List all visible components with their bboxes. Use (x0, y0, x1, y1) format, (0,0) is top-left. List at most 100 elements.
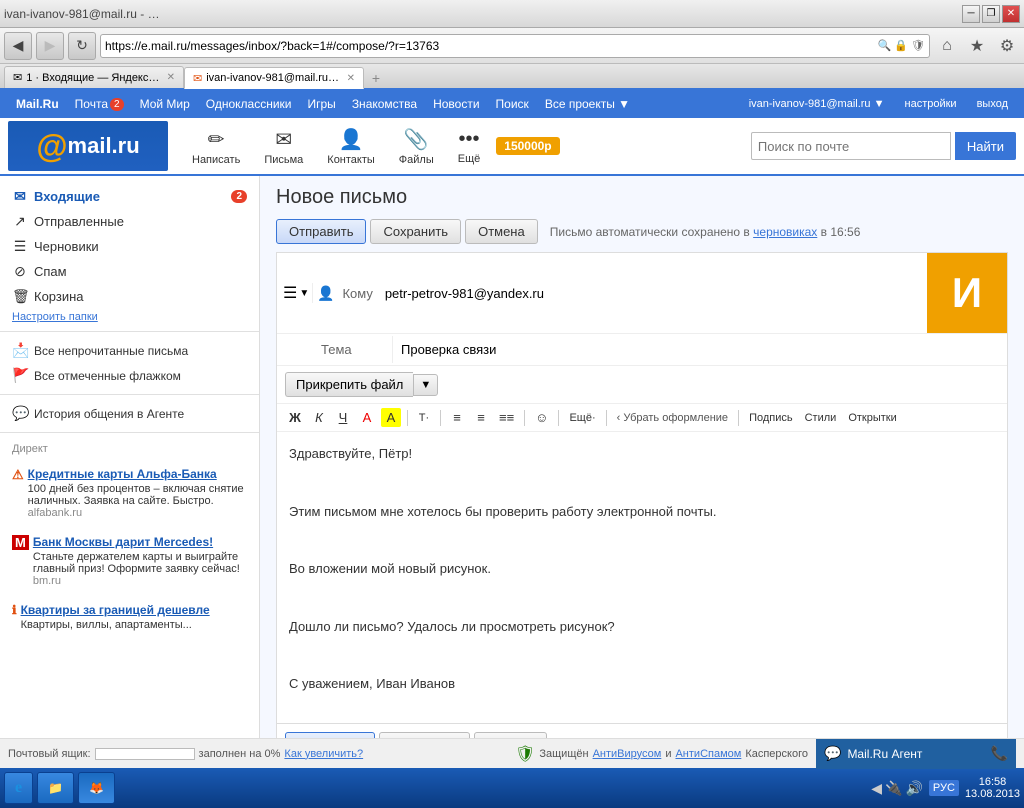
search-icon[interactable]: 🔍 (878, 39, 892, 52)
tab-1-close[interactable]: ✕ (167, 72, 175, 83)
send-button-top[interactable]: Отправить (276, 219, 366, 244)
write-button[interactable]: ✏ Написать (184, 123, 248, 170)
sidebar-unread[interactable]: 📩 Все непрочитанные письма (0, 338, 259, 363)
emoji-button[interactable]: ☺ (531, 408, 552, 427)
save-button-bottom[interactable]: Сохранить (379, 732, 470, 738)
cancel-button-bottom[interactable]: Отмена (474, 732, 547, 738)
bold-button[interactable]: Ж (285, 408, 305, 427)
autosave-link[interactable]: черновиках (753, 225, 817, 239)
chevron-down-icon[interactable]: ▼ (299, 288, 309, 299)
ad-2-text: Станьте держателем карты и выиграйте гла… (33, 551, 247, 575)
refresh-button[interactable]: ↻ (68, 32, 96, 60)
explorer-button[interactable]: 📁 (37, 772, 74, 804)
tray-arrow-icon[interactable]: ◀ (871, 780, 882, 797)
compose-body[interactable]: Здравствуйте, Пётр! Этим письмом мне хот… (277, 432, 1007, 715)
postcards-button[interactable]: Открытки (844, 410, 900, 426)
sidebar-drafts[interactable]: ☰ Черновики (0, 234, 259, 259)
ad-2-title[interactable]: Банк Москвы дарит Mercedes! (33, 535, 247, 549)
align-button[interactable]: ≡ (447, 408, 467, 427)
mail-logo[interactable]: @ mail.ru (8, 121, 168, 171)
ad-3-icon: ℹ (12, 603, 17, 617)
save-button-top[interactable]: Сохранить (370, 219, 461, 244)
menu-icon[interactable]: ☰ (283, 283, 297, 303)
ad-1-title[interactable]: Кредитные карты Альфа-Банка (28, 467, 247, 481)
minimize-button[interactable]: ─ (962, 5, 980, 23)
indent-button[interactable]: ≡≡ (495, 408, 518, 427)
antivirus-link[interactable]: АнтиВирусом (593, 748, 662, 760)
body-line-8 (289, 646, 995, 667)
logout-link[interactable]: выход (969, 90, 1016, 118)
increase-link[interactable]: Как увеличить? (284, 748, 363, 760)
subject-input[interactable] (393, 336, 1007, 363)
star-button[interactable]: ★ (964, 33, 990, 59)
tab-1[interactable]: ✉ 1 · Входящие — Яндекс.Почта ✕ (4, 66, 184, 88)
agent-bar[interactable]: 💬 Mail.Ru Агент 📞 (816, 739, 1016, 769)
to-input[interactable] (377, 280, 927, 307)
clock-date: 13.08.2013 (965, 788, 1020, 800)
files-button[interactable]: 📎 Файлы (391, 123, 442, 170)
nav-poisk[interactable]: Поиск (488, 90, 537, 118)
ad-3-title[interactable]: Квартиры за границей дешевле (21, 603, 210, 617)
list-button[interactable]: ≡ (471, 408, 491, 427)
nav-vse-proekty[interactable]: Все проекты ▼ (537, 90, 638, 118)
more-button[interactable]: ••• Ещё (450, 124, 489, 169)
lang-indicator[interactable]: РУС (929, 780, 959, 796)
logo-at: @ (36, 128, 67, 165)
settings-link[interactable]: настройки (897, 90, 965, 118)
tab-2[interactable]: ✉ ivan-ivanov-981@mail.ru - … ✕ (184, 67, 364, 89)
ad-2-link: bm.ru (33, 575, 247, 587)
agent-phone-icon: 📞 (991, 745, 1008, 762)
tab-2-close[interactable]: ✕ (347, 73, 355, 84)
underline-button[interactable]: Ч (333, 408, 353, 427)
antispam-link[interactable]: АнтиСпамом (675, 748, 741, 760)
contacts-button[interactable]: 👤 Контакты (319, 123, 383, 170)
forward-button[interactable]: ▶ (36, 32, 64, 60)
font-color-button[interactable]: А (357, 408, 377, 427)
restore-button[interactable]: ❐ (982, 5, 1000, 23)
back-button[interactable]: ◀ (4, 32, 32, 60)
nav-mail-ru[interactable]: Mail.Ru (8, 90, 67, 118)
nav-znakomstva[interactable]: Знакомства (344, 90, 425, 118)
attach-button[interactable]: Прикрепить файл (285, 372, 413, 397)
ie-button[interactable]: e (4, 772, 33, 804)
close-button[interactable]: ✕ (1002, 5, 1020, 23)
firefox-button[interactable]: 🦊 (78, 772, 115, 804)
signature-button[interactable]: Подпись (745, 410, 797, 426)
nav-igry[interactable]: Игры (300, 90, 344, 118)
search-button[interactable]: Найти (955, 132, 1016, 160)
counter-badge[interactable]: 150000р (496, 137, 559, 155)
nav-odnoklassniki[interactable]: Одноклассники (198, 90, 300, 118)
unread-icon: 📩 (12, 342, 28, 359)
letters-button[interactable]: ✉ Письма (256, 123, 311, 170)
sidebar-history[interactable]: 💬 История общения в Агенте (0, 401, 259, 426)
sidebar-inbox[interactable]: ✉ Входящие 2 (0, 184, 259, 209)
attach-dropdown-button[interactable]: ▼ (413, 374, 438, 396)
font-size-button[interactable]: Т· (414, 410, 434, 426)
address-bar[interactable] (105, 39, 878, 53)
send-button-bottom[interactable]: Отправить (285, 732, 375, 738)
address-bar-container: 🔍 🔒 🛡 (100, 34, 930, 58)
nav-moy-mir[interactable]: Мой Мир (132, 90, 198, 118)
sidebar-spam[interactable]: ⊘ Спам (0, 259, 259, 284)
new-tab-button[interactable]: + (366, 68, 386, 88)
highlight-button[interactable]: А (381, 408, 401, 427)
italic-button[interactable]: К (309, 408, 329, 427)
cancel-button-top[interactable]: Отмена (465, 219, 538, 244)
more-format-button[interactable]: Ещё· (565, 410, 599, 426)
inbox-label: Входящие (34, 189, 100, 204)
sidebar-sent[interactable]: ↗ Отправленные (0, 209, 259, 234)
sidebar-flagged[interactable]: 🚩 Все отмеченные флажком (0, 363, 259, 388)
home-button[interactable]: ⌂ (934, 33, 960, 59)
tab-1-label: 1 · Входящие — Яндекс.Почта (26, 72, 160, 84)
nav-novosti[interactable]: Новости (425, 90, 487, 118)
nav-pochta[interactable]: Почта 2 (67, 90, 132, 118)
sidebar-trash[interactable]: 🗑 Корзина (0, 284, 259, 309)
styles-button[interactable]: Стили (801, 410, 841, 426)
settings-button[interactable]: ⚙ (994, 33, 1020, 59)
configure-folders[interactable]: Настроить папки (0, 309, 259, 325)
compose-format-bar: Ж К Ч А А Т· ≡ ≡ ≡≡ ☺ Ещё· ‹ Убрать офор… (277, 404, 1007, 432)
compose-form: ☰ ▼ 👤 Кому И Тема Прикрепить файл ▼ (276, 252, 1008, 738)
remove-format-button[interactable]: ‹ Убрать оформление (613, 410, 732, 426)
user-account[interactable]: ivan-ivanov-981@mail.ru ▼ (741, 90, 893, 118)
search-input[interactable] (751, 132, 951, 160)
